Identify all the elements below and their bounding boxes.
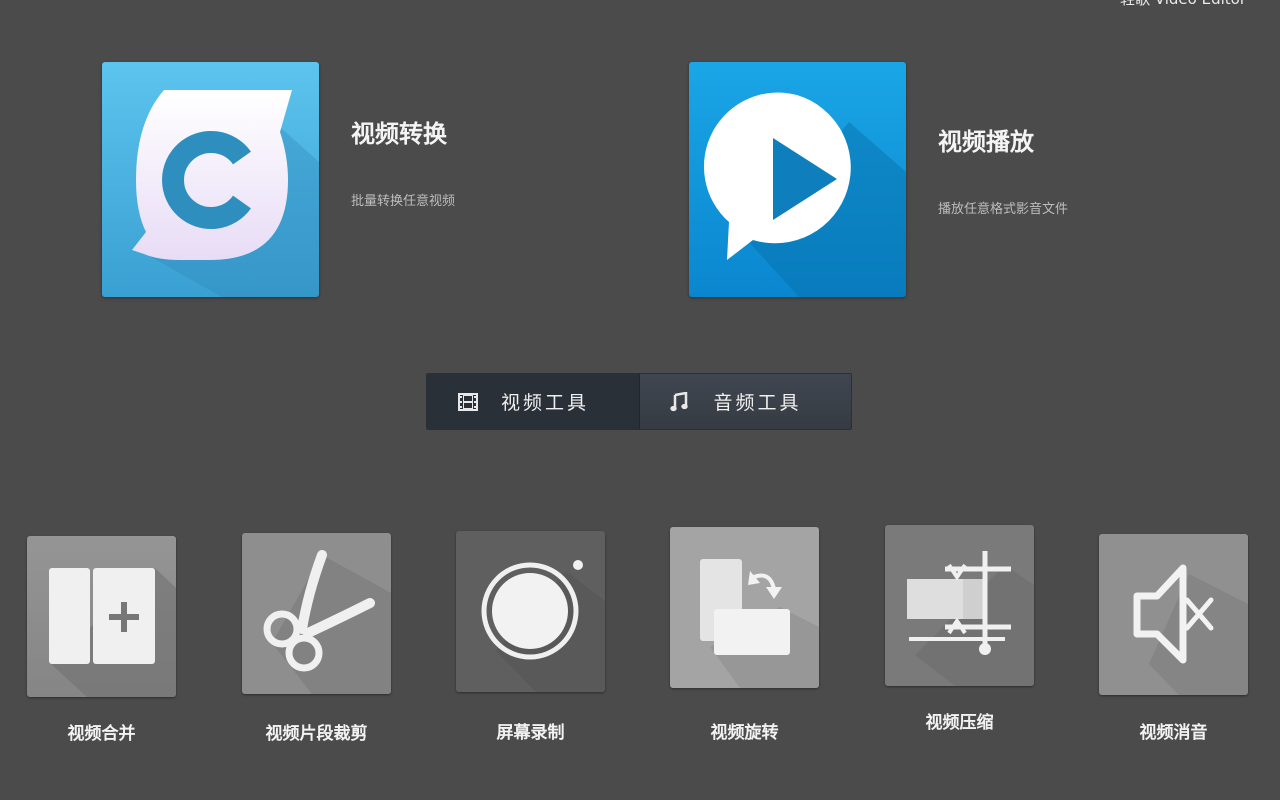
feature-title: 视频播放 xyxy=(938,128,1034,156)
tab-label: 视频工具 xyxy=(501,392,590,414)
play-bubble-icon xyxy=(689,62,906,297)
tool-category-tabs: 视频工具 音频工具 xyxy=(426,373,852,430)
feature-description: 播放任意格式影音文件 xyxy=(938,202,1069,217)
tab-label: 音频工具 xyxy=(713,392,802,414)
tool-label: 视频片段裁剪 xyxy=(265,724,368,744)
music-note-icon xyxy=(668,391,690,413)
player-tile[interactable] xyxy=(689,62,906,297)
tab-audio-tools[interactable]: 音频工具 xyxy=(638,374,851,429)
record-tile[interactable] xyxy=(456,531,605,692)
app-title: 轻歌 Video Editor xyxy=(1120,0,1246,9)
record-circle-icon xyxy=(456,531,605,692)
tool-label: 视频压缩 xyxy=(925,713,994,733)
main-window: 轻歌 Video Editor xyxy=(0,0,1280,800)
merge-tile[interactable] xyxy=(27,536,176,697)
feature-description: 批量转换任意视频 xyxy=(351,194,456,209)
compress-icon xyxy=(885,525,1034,686)
tool-label: 屏幕录制 xyxy=(496,723,565,743)
merge-panels-icon xyxy=(27,536,176,697)
mute-speaker-icon xyxy=(1099,534,1248,695)
tool-label: 视频旋转 xyxy=(710,723,779,743)
mute-tile[interactable] xyxy=(1099,534,1248,695)
convert-c-icon xyxy=(102,62,319,297)
rotate-icon xyxy=(670,527,819,688)
scissors-icon xyxy=(242,533,391,694)
trim-tile[interactable] xyxy=(242,533,391,694)
convert-tile[interactable] xyxy=(102,62,319,297)
tab-video-tools[interactable]: 视频工具 xyxy=(427,374,639,429)
rotate-tile[interactable] xyxy=(670,527,819,688)
feature-title: 视频转换 xyxy=(351,120,447,148)
tool-label: 视频消音 xyxy=(1139,723,1208,743)
film-strip-icon xyxy=(457,391,479,413)
tool-label: 视频合并 xyxy=(67,724,136,744)
compress-tile[interactable] xyxy=(885,525,1034,686)
